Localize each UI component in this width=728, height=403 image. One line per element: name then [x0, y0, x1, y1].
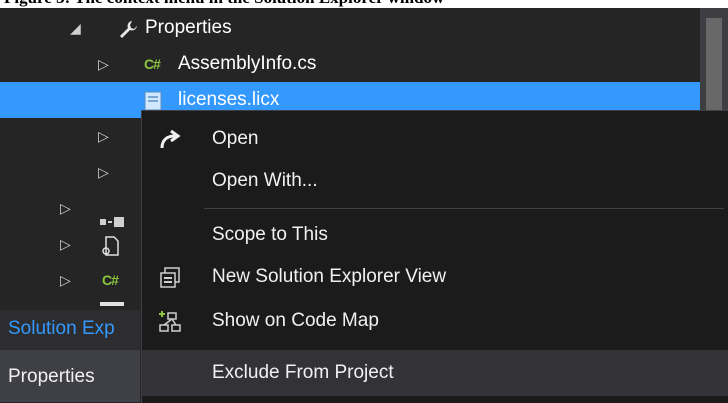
- menu-item-label: Exclude From Project: [212, 362, 394, 383]
- expand-arrow-icon[interactable]: ▷: [60, 262, 71, 298]
- expand-arrow-icon[interactable]: ▷: [98, 118, 109, 154]
- menu-item-label: Scope to This: [212, 224, 328, 245]
- context-menu: Open Open With... Scope to This New Solu…: [141, 110, 728, 403]
- csharp-file-icon: C#: [144, 56, 161, 72]
- menu-item-label: Open With...: [212, 170, 318, 191]
- menu-item-open[interactable]: Open: [142, 119, 728, 159]
- menu-item-label: Show on Code Map: [212, 310, 379, 331]
- tree-item-properties[interactable]: ◢ Properties: [0, 10, 700, 46]
- redo-arrow-icon: [158, 127, 182, 151]
- properties-pane-title: Properties: [8, 366, 95, 387]
- solution-explorer-tab[interactable]: Solution Exp: [0, 310, 140, 350]
- expand-arrow-icon[interactable]: ▷: [98, 154, 109, 190]
- expand-arrow-icon[interactable]: ▷: [60, 190, 71, 226]
- expand-arrow-icon[interactable]: ▷: [98, 46, 109, 82]
- partial-row-icon: [100, 302, 124, 306]
- new-window-icon: [158, 265, 182, 289]
- menu-separator: [204, 208, 724, 209]
- menu-item-label: Open: [212, 128, 259, 149]
- menu-item-scope-to-this[interactable]: Scope to This: [142, 215, 728, 255]
- menu-item-exclude-from-project[interactable]: Exclude From Project: [142, 350, 728, 396]
- figure-caption: Figure 3: The context menu in the Soluti…: [0, 0, 728, 8]
- expand-arrow-icon[interactable]: ▷: [60, 226, 71, 262]
- tab-label: Solution Exp: [8, 318, 115, 339]
- menu-item-show-on-code-map[interactable]: Show on Code Map: [142, 301, 728, 341]
- tree-item-label: AssemblyInfo.cs: [178, 53, 317, 74]
- csharp-file-icon: C#: [102, 272, 119, 288]
- code-map-icon: [158, 309, 182, 333]
- collapse-arrow-icon[interactable]: ◢: [70, 10, 81, 46]
- tree-item-assemblyinfo[interactable]: ▷ C# AssemblyInfo.cs: [0, 46, 700, 82]
- menu-item-label: New Solution Explorer View: [212, 266, 447, 287]
- tree-item-label: Properties: [145, 17, 232, 38]
- menu-item-open-with[interactable]: Open With...: [142, 161, 728, 201]
- menu-item-new-solution-explorer-view[interactable]: New Solution Explorer View: [142, 257, 728, 297]
- figure-caption-text: Figure 3: The context menu in the Soluti…: [4, 0, 444, 8]
- properties-pane-header[interactable]: Properties: [0, 350, 140, 402]
